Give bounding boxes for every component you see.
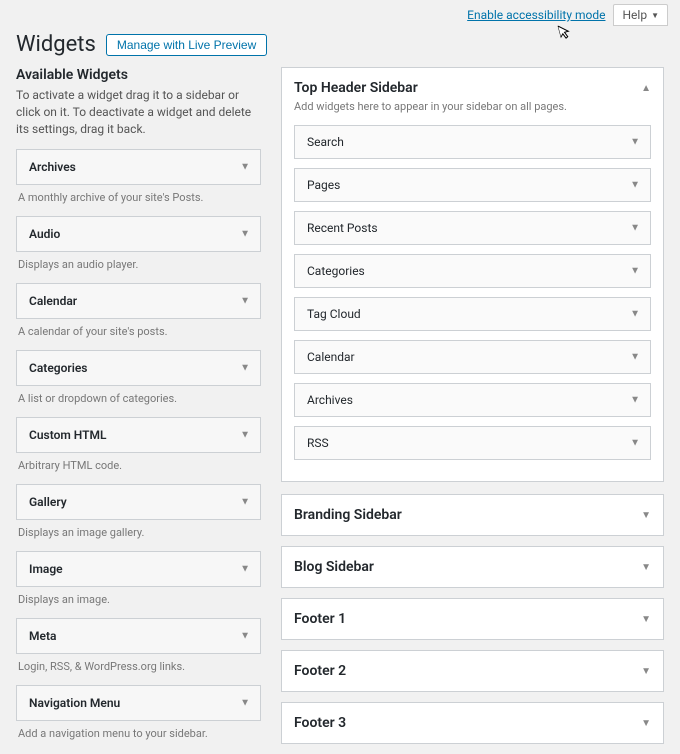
sidebar-widget-item[interactable]: Pages ▼ — [294, 168, 651, 202]
available-widget-item[interactable]: Custom HTML ▼ — [16, 417, 261, 453]
available-widget-item[interactable]: Navigation Menu ▼ — [16, 685, 261, 721]
sidebar-title: Footer 3 — [294, 715, 346, 731]
widget-name: Custom HTML — [29, 428, 106, 442]
widget-name: Navigation Menu — [29, 696, 120, 710]
widget-description: Login, RSS, & WordPress.org links. — [18, 660, 259, 673]
available-widget-item[interactable]: Audio ▼ — [16, 216, 261, 252]
enable-accessibility-link[interactable]: Enable accessibility mode — [467, 8, 605, 22]
widget-description: A calendar of your site's posts. — [18, 325, 259, 338]
chevron-down-icon: ▼ — [240, 430, 250, 441]
available-widget-item[interactable]: Image ▼ — [16, 551, 261, 587]
widget-name: Meta — [29, 629, 56, 643]
available-widget-item[interactable]: Archives ▼ — [16, 149, 261, 185]
available-widgets-heading: Available Widgets — [16, 67, 261, 83]
chevron-down-icon: ▼ — [240, 363, 250, 374]
chevron-down-icon: ▼ — [240, 564, 250, 575]
manage-live-preview-button[interactable]: Manage with Live Preview — [106, 34, 267, 56]
collapsed-sidebar-panel[interactable]: Footer 1 ▼ — [281, 598, 664, 640]
widget-description: Add a navigation menu to your sidebar. — [18, 727, 259, 740]
widget-name: Calendar — [29, 294, 77, 308]
chevron-down-icon: ▼ — [240, 229, 250, 240]
sidebar-widget-item[interactable]: Archives ▼ — [294, 383, 651, 417]
widget-name: Archives — [307, 393, 353, 407]
chevron-down-icon: ▼ — [641, 562, 651, 573]
widget-name: RSS — [307, 436, 329, 450]
collapsed-sidebar-panel[interactable]: Footer 2 ▼ — [281, 650, 664, 692]
sidebar-widget-item[interactable]: Tag Cloud ▼ — [294, 297, 651, 331]
available-widget-item[interactable]: Gallery ▼ — [16, 484, 261, 520]
widget-name: Search — [307, 135, 344, 149]
help-tab[interactable]: Help ▼ — [613, 4, 668, 26]
chevron-down-icon: ▼ — [240, 162, 250, 173]
page-title: Widgets — [16, 32, 96, 57]
chevron-up-icon: ▲ — [641, 83, 651, 94]
sidebar-widget-item[interactable]: Search ▼ — [294, 125, 651, 159]
widget-name: Calendar — [307, 350, 355, 364]
chevron-down-icon: ▼ — [651, 11, 659, 20]
sidebar-title: Blog Sidebar — [294, 559, 374, 575]
chevron-down-icon: ▼ — [240, 296, 250, 307]
collapsed-sidebar-panel[interactable]: Branding Sidebar ▼ — [281, 494, 664, 536]
chevron-down-icon: ▼ — [630, 438, 640, 449]
widget-name: Gallery — [29, 495, 67, 509]
widget-description: A monthly archive of your site's Posts. — [18, 191, 259, 204]
collapsed-sidebar-panel[interactable]: Blog Sidebar ▼ — [281, 546, 664, 588]
available-widget-item[interactable]: Meta ▼ — [16, 618, 261, 654]
chevron-down-icon: ▼ — [630, 180, 640, 191]
widget-description: Displays an image. — [18, 593, 259, 606]
sidebar-description: Add widgets here to appear in your sideb… — [294, 100, 651, 113]
sidebar-widget-item[interactable]: RSS ▼ — [294, 426, 651, 460]
widget-description: Arbitrary HTML code. — [18, 459, 259, 472]
chevron-down-icon: ▼ — [641, 614, 651, 625]
available-widget-item[interactable]: Calendar ▼ — [16, 283, 261, 319]
chevron-down-icon: ▼ — [641, 666, 651, 677]
widget-description: Displays an audio player. — [18, 258, 259, 271]
chevron-down-icon: ▼ — [240, 497, 250, 508]
widget-name: Recent Posts — [307, 221, 378, 235]
sidebars-column: Top Header Sidebar ▲ Add widgets here to… — [281, 67, 664, 754]
chevron-down-icon: ▼ — [630, 395, 640, 406]
chevron-down-icon: ▼ — [641, 510, 651, 521]
sidebar-title: Footer 1 — [294, 611, 346, 627]
widget-name: Categories — [307, 264, 365, 278]
chevron-down-icon: ▼ — [240, 631, 250, 642]
widget-name: Tag Cloud — [307, 307, 361, 321]
chevron-down-icon: ▼ — [641, 718, 651, 729]
chevron-down-icon: ▼ — [630, 352, 640, 363]
chevron-down-icon: ▼ — [630, 223, 640, 234]
help-label: Help — [622, 8, 647, 22]
widget-name: Archives — [29, 160, 76, 174]
collapsed-sidebar-panel[interactable]: Footer 3 ▼ — [281, 702, 664, 744]
widget-description: Displays an image gallery. — [18, 526, 259, 539]
sidebar-widget-item[interactable]: Calendar ▼ — [294, 340, 651, 374]
chevron-down-icon: ▼ — [240, 698, 250, 709]
available-widgets-description: To activate a widget drag it to a sideba… — [16, 87, 261, 137]
widget-name: Categories — [29, 361, 87, 375]
sidebar-widget-item[interactable]: Categories ▼ — [294, 254, 651, 288]
widget-name: Pages — [307, 178, 340, 192]
top-header-sidebar-toggle[interactable]: Top Header Sidebar ▲ — [294, 80, 651, 96]
chevron-down-icon: ▼ — [630, 309, 640, 320]
sidebar-title: Branding Sidebar — [294, 507, 402, 523]
widget-name: Audio — [29, 227, 60, 241]
widget-description: A list or dropdown of categories. — [18, 392, 259, 405]
sidebar-title: Top Header Sidebar — [294, 80, 418, 96]
chevron-down-icon: ▼ — [630, 266, 640, 277]
widget-name: Image — [29, 562, 63, 576]
available-widgets-column: Available Widgets To activate a widget d… — [16, 67, 261, 754]
chevron-down-icon: ▼ — [630, 137, 640, 148]
sidebar-title: Footer 2 — [294, 663, 346, 679]
top-header-sidebar-panel: Top Header Sidebar ▲ Add widgets here to… — [281, 67, 664, 482]
available-widget-item[interactable]: Categories ▼ — [16, 350, 261, 386]
sidebar-widget-item[interactable]: Recent Posts ▼ — [294, 211, 651, 245]
